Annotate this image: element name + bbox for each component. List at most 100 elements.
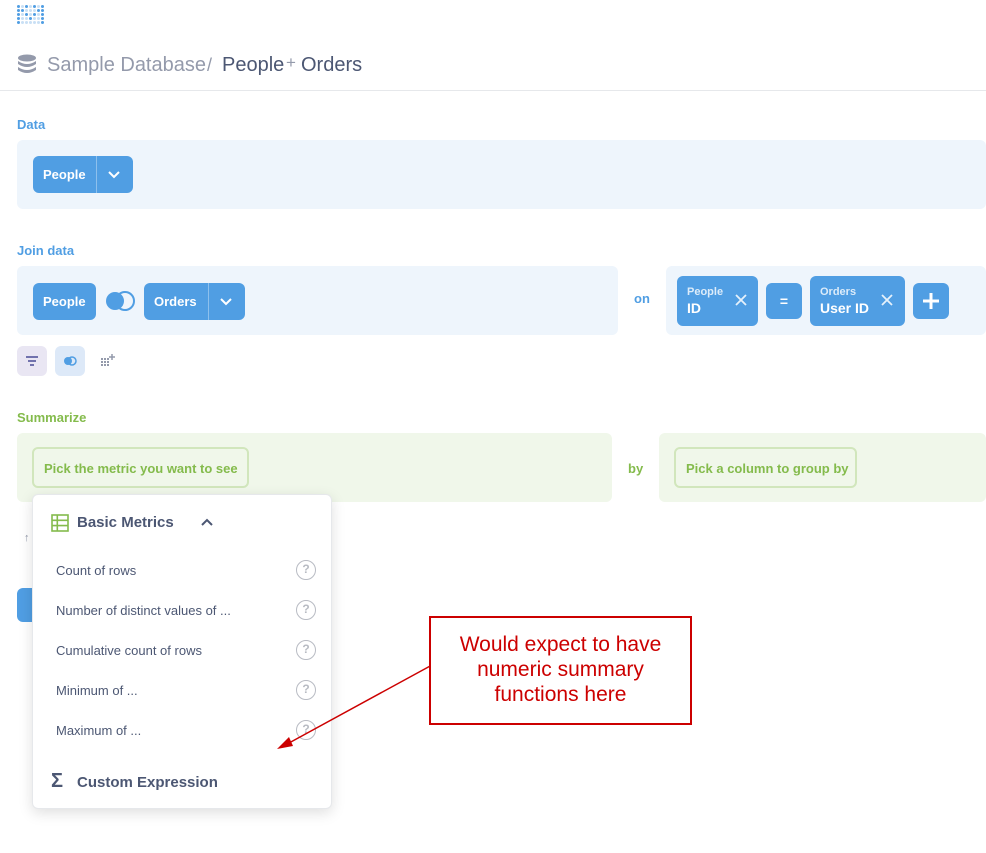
join-left-table-label: People (43, 294, 86, 309)
chevron-down-icon[interactable] (220, 296, 232, 306)
close-icon[interactable] (880, 293, 894, 307)
join-left-table[interactable]: People (33, 283, 96, 320)
metric-item-maximum[interactable]: Maximum of ... ? (33, 711, 331, 751)
annotation-line-1: Would expect to have (459, 633, 662, 656)
close-icon[interactable] (734, 293, 748, 307)
pill-divider (96, 156, 97, 193)
logo-dot (33, 5, 36, 8)
sort-icon[interactable]: ↑ (24, 532, 30, 544)
metric-item-minimum[interactable]: Minimum of ... ? (33, 671, 331, 711)
join-left-column-table: People (687, 286, 724, 298)
annotation-text: Would expect to have numeric summary fun… (431, 632, 690, 707)
logo-dot (17, 21, 20, 24)
data-table-picker[interactable]: People (33, 156, 133, 193)
summarize-by-label: by (628, 461, 644, 476)
metric-item-cumulative-count[interactable]: Cumulative count of rows ? (33, 631, 331, 671)
header-breadcrumb: Sample Database / People + Orders (0, 40, 986, 91)
join-right-table-picker[interactable]: Orders (144, 283, 245, 320)
logo-dot (33, 13, 36, 16)
join-left-column[interactable]: People ID (677, 276, 758, 326)
logo-dot (21, 13, 24, 16)
breadcrumb-database[interactable]: Sample Database (47, 54, 206, 77)
chevron-down-icon[interactable] (108, 169, 120, 179)
help-icon[interactable]: ? (296, 640, 316, 660)
basic-metrics-title: Basic Metrics (77, 514, 174, 531)
metric-item-count-of-rows[interactable]: Count of rows ? (33, 551, 331, 591)
logo-dot (29, 17, 32, 20)
metric-item-label: Maximum of ... (56, 723, 142, 738)
plus-icon (923, 293, 939, 309)
logo-dot (41, 21, 44, 24)
breadcrumb-table-orders: Orders (301, 54, 363, 76)
logo-dot (29, 5, 32, 8)
metric-picker-popover: Basic Metrics Count of rows ? Number of … (32, 494, 332, 809)
pick-group-column-label: Pick a column to group by (686, 461, 849, 476)
logo-dot (29, 21, 32, 24)
basic-metrics-section-header[interactable]: Basic Metrics (51, 513, 311, 535)
logo-dot (37, 21, 40, 24)
logo-dot (17, 9, 20, 12)
logo-dot (29, 9, 32, 12)
metric-item-label: Number of distinct values of ... (56, 603, 231, 618)
metabase-logo-icon[interactable] (17, 5, 44, 27)
logo-dot (21, 21, 24, 24)
metric-item-distinct-values[interactable]: Number of distinct values of ... ? (33, 591, 331, 631)
data-step-panel (17, 140, 986, 209)
join-type-icon[interactable] (103, 290, 137, 312)
logo-dot (17, 13, 20, 16)
join-operator-button[interactable]: = (766, 283, 802, 319)
pick-metric-button[interactable]: Pick the metric you want to see (32, 447, 249, 488)
join-right-column[interactable]: Orders User ID (810, 276, 905, 326)
annotation-line-3: functions here (494, 683, 627, 706)
join-right-table-label: Orders (154, 294, 197, 309)
logo-dot (41, 17, 44, 20)
join-right-column-table: Orders (820, 286, 857, 298)
logo-dot (29, 13, 32, 16)
database-icon (18, 54, 36, 73)
logo-dot (17, 5, 20, 8)
breadcrumb-plus: + (286, 53, 296, 72)
data-step-label: Data (17, 117, 46, 132)
logo-dot (37, 17, 40, 20)
add-join-button[interactable] (55, 346, 85, 376)
filter-icon (26, 356, 38, 366)
logo-dot (25, 17, 28, 20)
add-filter-button[interactable] (17, 346, 47, 376)
logo-dot (21, 5, 24, 8)
join-on-label: on (634, 291, 650, 306)
data-table-label: People (43, 167, 86, 182)
annotation-line-2: numeric summary (477, 658, 644, 681)
logo-dot (37, 5, 40, 8)
help-icon[interactable]: ? (296, 680, 316, 700)
breadcrumb-table-people: People (222, 54, 285, 76)
metric-item-label: Cumulative count of rows (56, 643, 202, 658)
custom-expression-item[interactable]: Σ Custom Expression (51, 770, 311, 795)
custom-expression-label: Custom Expression (77, 774, 218, 791)
logo-dot (37, 9, 40, 12)
help-icon[interactable]: ? (296, 720, 316, 740)
summarize-step-label: Summarize (17, 410, 87, 425)
chevron-up-icon[interactable] (201, 517, 213, 527)
logo-dot (33, 9, 36, 12)
metric-item-label: Minimum of ... (56, 683, 138, 698)
add-join-condition-button[interactable] (913, 283, 949, 319)
pick-metric-label: Pick the metric you want to see (44, 461, 238, 476)
add-custom-column-button[interactable] (93, 346, 123, 376)
logo-dot (33, 17, 36, 20)
help-icon[interactable]: ? (296, 560, 316, 580)
pick-group-column-button[interactable]: Pick a column to group by (674, 447, 857, 488)
custom-column-icon (101, 354, 115, 366)
logo-dot (41, 5, 44, 8)
logo-dot (21, 9, 24, 12)
table-grid-icon (51, 514, 69, 532)
logo-dot (25, 9, 28, 12)
logo-dot (33, 21, 36, 24)
logo-dot (25, 21, 28, 24)
help-icon[interactable]: ? (296, 600, 316, 620)
join-icon (64, 356, 77, 366)
logo-dot (41, 13, 44, 16)
pill-divider (208, 283, 209, 320)
sigma-icon: Σ (51, 770, 64, 792)
logo-dot (41, 9, 44, 12)
join-left-column-name: ID (687, 300, 701, 316)
